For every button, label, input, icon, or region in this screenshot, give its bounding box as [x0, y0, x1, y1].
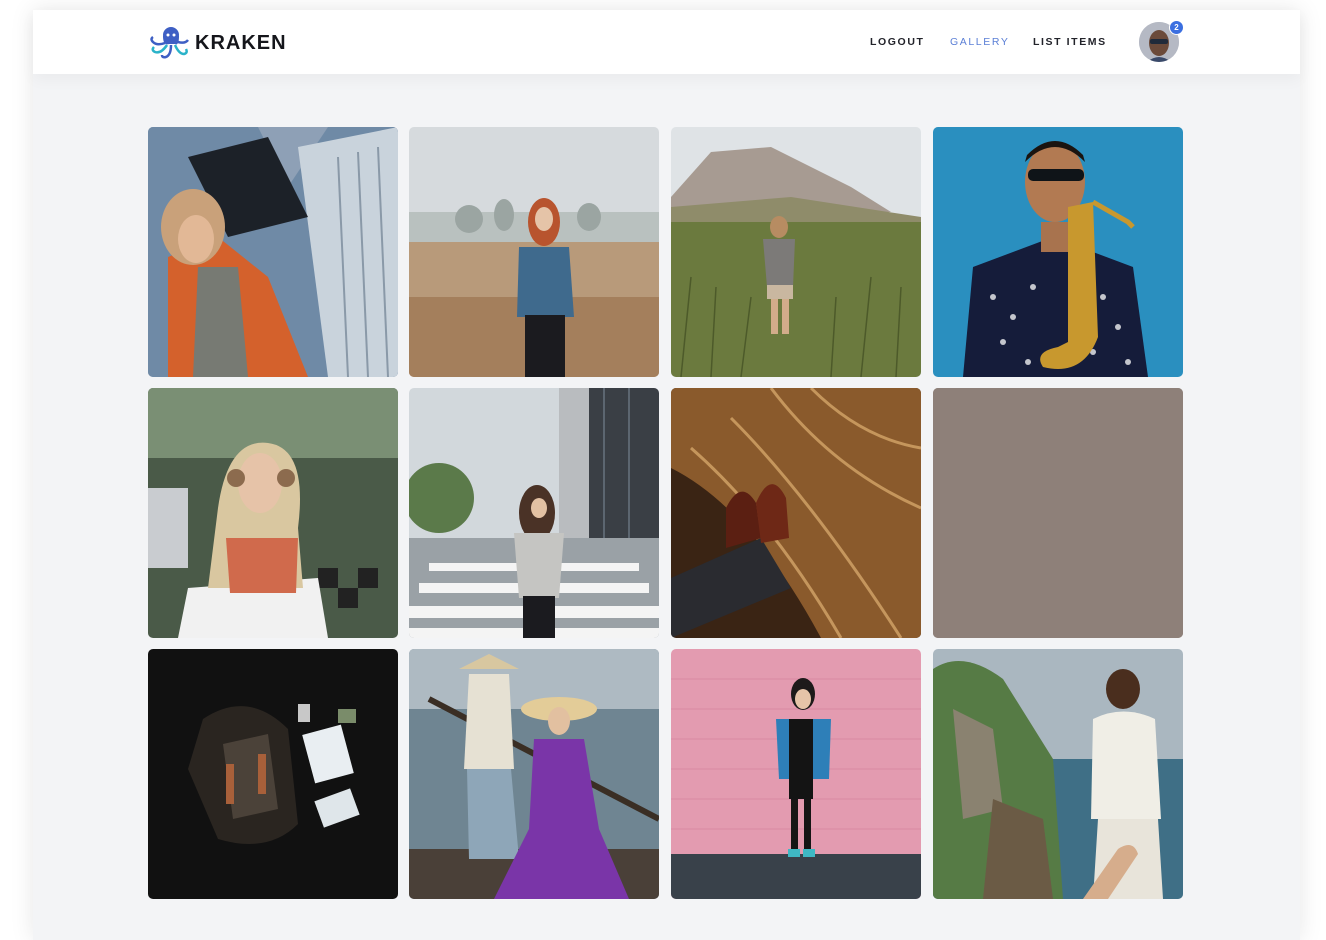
nav-gallery-link[interactable]: GALLERY [950, 36, 1009, 48]
user-avatar-button[interactable]: 2 [1139, 20, 1184, 64]
gallery-photo-12[interactable] [933, 649, 1183, 899]
photo-woman-pink-wall [671, 649, 921, 899]
gallery-photo-7[interactable] [671, 388, 921, 638]
main-nav: LOGOUT GALLERY LIST ITEMS [33, 36, 1300, 50]
photo-backpack-flatlay [148, 649, 398, 899]
photo-man-saxophone [933, 127, 1183, 377]
gallery-photo-8[interactable] [933, 388, 1183, 638]
photo-woman-field-fog [409, 127, 659, 377]
notification-badge: 2 [1169, 20, 1184, 35]
gallery-photo-6[interactable] [409, 388, 659, 638]
top-navbar: KRAKEN LOGOUT GALLERY LIST ITEMS 2 [33, 10, 1300, 74]
photo-gallery-grid [148, 127, 1183, 899]
gallery-photo-10[interactable] [409, 649, 659, 899]
gallery-photo-1[interactable] [148, 127, 398, 377]
gallery-photo-3[interactable] [671, 127, 921, 377]
photo-woman-orange-jacket [148, 127, 398, 377]
app-frame: KRAKEN LOGOUT GALLERY LIST ITEMS 2 [33, 10, 1300, 940]
photo-woman-purple-dress [409, 649, 659, 899]
gallery-photo-2[interactable] [409, 127, 659, 377]
nav-logout-link[interactable]: LOGOUT [870, 36, 925, 48]
photo-woman-grass-hills [671, 127, 921, 377]
nav-list-items-link[interactable]: LIST ITEMS [1033, 36, 1107, 48]
photo-leather-shoes [671, 388, 921, 638]
gallery-photo-5[interactable] [148, 388, 398, 638]
gallery-photo-11[interactable] [671, 649, 921, 899]
photo-placeholder [933, 388, 1183, 638]
photo-woman-cliffs [933, 649, 1183, 899]
gallery-photo-9[interactable] [148, 649, 398, 899]
gallery-photo-4[interactable] [933, 127, 1183, 377]
photo-woman-headphones [148, 388, 398, 638]
photo-woman-crosswalk [409, 388, 659, 638]
